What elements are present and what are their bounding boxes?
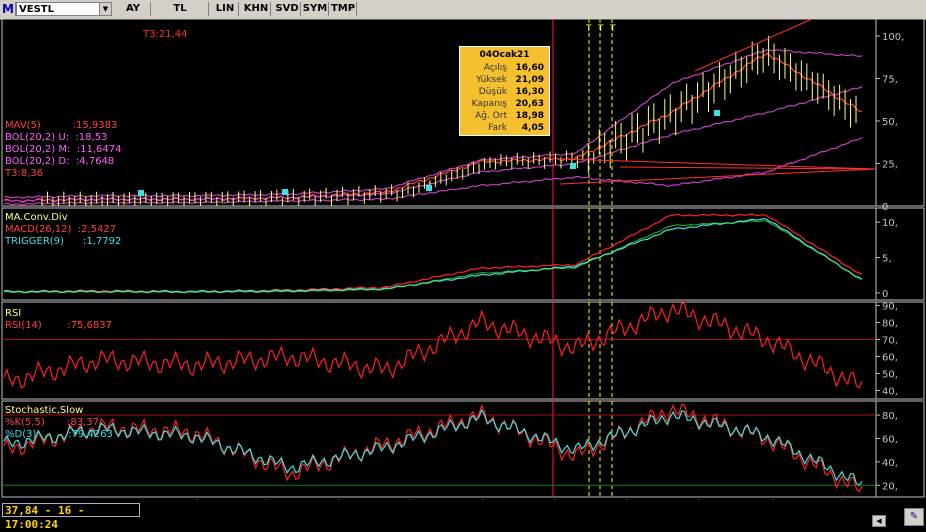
tooltip-label: Düşük: [478, 87, 507, 97]
stoch-k-label: %K(5,5): [5, 417, 45, 428]
signal-marker: [426, 185, 432, 191]
settings-icon[interactable]: ✎: [904, 508, 924, 526]
t-marker-label: T: [586, 24, 592, 34]
mav-label: MAV(5): [5, 120, 41, 131]
y-tick-label: 80,: [882, 318, 898, 329]
chevron-down-icon[interactable]: ▼: [99, 3, 111, 15]
y-tick-label: 60,: [882, 352, 898, 363]
tooltip-value: 4,05: [521, 123, 544, 133]
tmp-button[interactable]: TMP: [330, 2, 357, 16]
y-tick-label: 75,: [882, 75, 898, 86]
y-tick-label: 40,: [882, 458, 898, 469]
tooltip-label: Açılış: [483, 63, 507, 73]
tooltip-row: Kapanış 20,63: [460, 99, 549, 110]
bol-m-legend: BOL(20,2) M: :11,6474: [5, 144, 121, 155]
y-tick-label: 90,: [882, 301, 898, 312]
tooltip-label: Yüksek: [476, 75, 507, 85]
price-panel-frame: [1, 19, 877, 207]
rsi-axis-strip: [875, 301, 925, 400]
scroll-left-button[interactable]: ◀: [872, 515, 886, 527]
mav-legend: MAV(5) :15,9383: [5, 120, 117, 131]
sym-button[interactable]: SYM: [302, 2, 329, 16]
bol-u-value: :18,53: [75, 132, 108, 143]
y-tick-label: 10,: [882, 218, 898, 229]
tooltip-date: 04Ocak21: [479, 50, 530, 60]
khn-button[interactable]: KHN: [242, 2, 271, 16]
period-button[interactable]: AY: [116, 2, 151, 16]
tooltip-label: Ağ. Ort: [475, 111, 507, 121]
toolbar: M VESTL ▼ AY TL LIN KHN SVD SYM TMP: [0, 0, 926, 20]
bol-m-label: BOL(20,2) M:: [5, 144, 71, 155]
signal-marker: [570, 163, 576, 169]
y-tick-label: 100,: [882, 32, 904, 43]
signal-marker: [138, 190, 144, 196]
tooltip-value: 18,98: [515, 111, 544, 121]
tooltip-value: 21,09: [515, 75, 544, 85]
t3-annotation: T3:21,44: [143, 29, 188, 40]
trigger-legend: TRIGGER(9) :1,7792: [5, 236, 121, 247]
y-tick-label: 0: [882, 289, 888, 300]
linear-button[interactable]: LIN: [212, 2, 239, 16]
trigger-label: TRIGGER(9): [5, 236, 64, 247]
tooltip-row: Düşük 16,30: [460, 87, 549, 98]
currency-button[interactable]: TL: [152, 2, 209, 16]
y-tick-label: 60,: [882, 434, 898, 445]
tooltip-value: 16,30: [515, 87, 544, 97]
y-tick-label: 0: [882, 202, 888, 213]
tooltip-value: 20,63: [515, 99, 544, 109]
price-axis-strip: [875, 19, 925, 207]
y-tick-label: 20,: [882, 481, 898, 492]
macd-legend: MACD(26,12) :2,5427: [5, 224, 116, 235]
svd-button[interactable]: SVD: [274, 2, 301, 16]
bol-u-label: BOL(20,2) U:: [5, 132, 70, 143]
tooltip-row: Yüksek 21,09: [460, 75, 549, 86]
ohlc-tooltip: 04Ocak21 Açılış 16,60 Yüksek 21,09 Düşük 16…: [459, 46, 550, 136]
stoch-panel-title: Stochastic,Slow: [5, 405, 84, 416]
bol-d-label: BOL(20,2) D:: [5, 156, 70, 167]
symbol-selector[interactable]: VESTL ▼: [16, 2, 112, 16]
tooltip-value: 16,60: [515, 63, 544, 73]
y-tick-label: 50,: [882, 117, 898, 128]
y-tick-label: 80,: [882, 411, 898, 422]
y-tick-label: 25,: [882, 160, 898, 171]
y-tick-label: 5,: [882, 254, 892, 265]
rsi-value: :75,6837: [67, 320, 112, 331]
signal-marker: [282, 189, 288, 195]
y-tick-label: 40,: [882, 386, 898, 397]
t-marker-label: T: [610, 24, 616, 34]
trigger-value: :1,7792: [83, 236, 122, 247]
macd-panel-title: MA.Conv.Div: [5, 212, 68, 223]
t-marker-label: T: [598, 24, 604, 34]
bol-u-legend: BOL(20,2) U: :18,53: [5, 132, 107, 143]
stoch-k-value: :83,37: [67, 417, 100, 428]
tooltip-row: Ağ. Ort 18,98: [460, 111, 549, 122]
tooltip-label: Kapanış: [471, 99, 507, 109]
bol-d-value: :4,7648: [75, 156, 115, 167]
mav-value: :15,9383: [72, 120, 118, 131]
stoch-d-legend: %D(3) :79,4263: [5, 429, 113, 440]
stoch-d-label: %D(3): [5, 429, 37, 440]
tooltip-row: Açılış 16,60: [460, 63, 549, 74]
macd-label: MACD(26,12): [5, 224, 72, 235]
tooltip-row: Fark 4,05: [460, 123, 549, 134]
rsi-panel-title: RSI: [5, 308, 22, 319]
rsi-label: RSI(14): [5, 320, 42, 331]
cursor-readout: 37,84 - 16 - 17:00:24: [2, 503, 140, 531]
bol-d-legend: BOL(20,2) D: :4,7648: [5, 156, 114, 167]
bol-m-value: :11,6474: [76, 144, 122, 155]
app-logo: M: [1, 2, 16, 16]
tooltip-label: Fark: [488, 123, 507, 133]
rsi-legend: RSI(14) :75,6837: [5, 320, 112, 331]
t3-legend: T3:8,36: [5, 168, 44, 179]
rsi-panel-frame: [1, 301, 877, 400]
y-tick-label: 50,: [882, 369, 898, 380]
symbol-value: VESTL: [19, 4, 54, 15]
macd-value: :2,5427: [77, 224, 117, 235]
stoch-k-legend: %K(5,5) :83,37: [5, 417, 99, 428]
stoch-d-value: :79,4263: [68, 429, 113, 440]
signal-marker: [714, 110, 720, 116]
y-tick-label: 70,: [882, 335, 898, 346]
